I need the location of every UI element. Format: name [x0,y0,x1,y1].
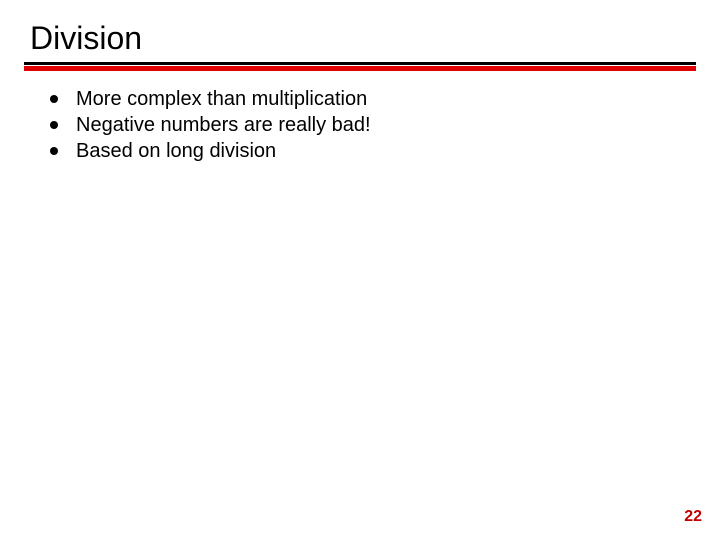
list-item: Negative numbers are really bad! [50,112,670,138]
bullet-icon [50,121,58,129]
slide: Division More complex than multiplicatio… [0,0,720,540]
bullet-icon [50,147,58,155]
title-underline-red [24,66,696,71]
slide-title: Division [30,20,142,57]
bullet-text: Based on long division [76,138,276,164]
list-item: Based on long division [50,138,670,164]
list-item: More complex than multiplication [50,86,670,112]
bullet-text: Negative numbers are really bad! [76,112,371,138]
bullet-icon [50,95,58,103]
page-number: 22 [684,508,702,526]
title-underline-black [24,62,696,65]
bullet-list: More complex than multiplication Negativ… [50,86,670,164]
bullet-text: More complex than multiplication [76,86,367,112]
